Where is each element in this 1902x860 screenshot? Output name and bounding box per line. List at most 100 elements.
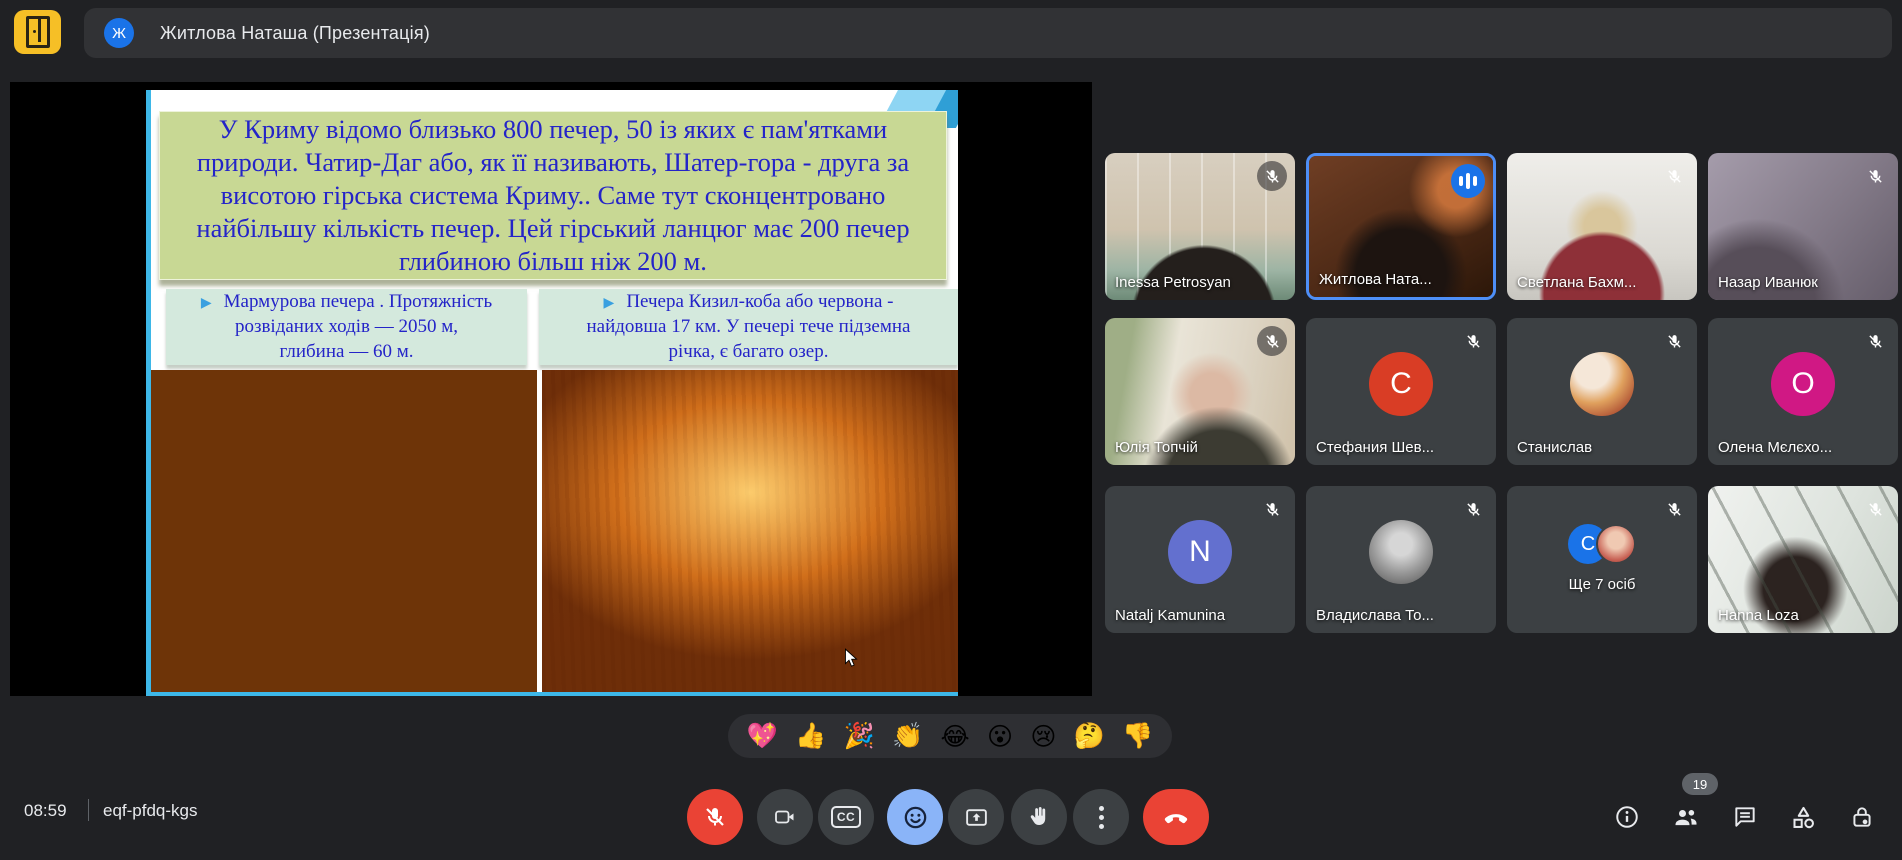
- mic-off-icon: [1659, 326, 1689, 356]
- reaction-heart[interactable]: 💖: [747, 721, 778, 751]
- chat-button[interactable]: [1724, 796, 1766, 838]
- divider: [88, 799, 89, 821]
- slide-intro-line: глибиною більш ніж 200 м.: [399, 245, 707, 278]
- participant-name: Олена Мєлєхо...: [1718, 439, 1832, 456]
- presenter-title: Житлова Наташа (Презентація): [160, 23, 430, 44]
- reaction-thumbs-up[interactable]: 👍: [795, 721, 826, 751]
- letter-avatar: C: [1369, 352, 1433, 416]
- participant-name: Владислава То...: [1316, 607, 1434, 624]
- letter-avatar: N: [1168, 520, 1232, 584]
- reaction-surprised[interactable]: 😮: [987, 722, 1013, 751]
- google-meet-window: { "header": { "app_icon": "door-exit-ico…: [0, 0, 1902, 860]
- photo-avatar: [1369, 520, 1433, 584]
- mic-off-icon: [1860, 326, 1890, 356]
- mic-off-icon: [1860, 494, 1890, 524]
- meeting-details-button[interactable]: [1606, 796, 1648, 838]
- info-icon: [1614, 804, 1640, 830]
- participant-tile[interactable]: N Natalj Kamunina: [1105, 486, 1295, 633]
- host-controls-lock-icon: [1849, 804, 1875, 830]
- bullet-text-line: глибина — 60 м.: [166, 340, 527, 365]
- audio-speaking-indicator: [1451, 164, 1485, 198]
- participant-tile[interactable]: Назар Иванюк: [1708, 153, 1898, 300]
- overflow-avatars: C: [1568, 524, 1636, 566]
- slide-intro-line: висотою гірська система Криму.. Саме тут…: [221, 179, 886, 212]
- participant-tile[interactable]: Владислава То...: [1306, 486, 1496, 633]
- host-controls-button[interactable]: [1841, 796, 1883, 838]
- reactions-bar: 💖 👍 🎉 👏 😂 😮 😢 🤔 👎: [728, 714, 1172, 758]
- reaction-cry[interactable]: 😢: [1030, 722, 1056, 751]
- captions-button[interactable]: CC: [818, 789, 874, 845]
- bullet-text-line: Мармурова печера . Протяжність: [224, 291, 493, 312]
- mic-off-icon: [1860, 161, 1890, 191]
- participant-tile[interactable]: О Олена Мєлєхо...: [1708, 318, 1898, 465]
- reaction-party[interactable]: 🎉: [844, 721, 875, 751]
- participant-name: Станислав: [1517, 439, 1592, 456]
- participant-tile[interactable]: C Стефания Шев...: [1306, 318, 1496, 465]
- bullet-text-line: розвіданих ходів — 2050 м,: [166, 315, 527, 340]
- end-call-icon: [1162, 803, 1190, 831]
- participant-name: Hanna Loza: [1718, 607, 1799, 624]
- participant-name: Назар Иванюк: [1718, 274, 1818, 291]
- slide-intro-box: У Криму відомо близько 800 печер, 50 із …: [159, 111, 947, 280]
- activities-icon: [1790, 804, 1817, 831]
- participant-name: Юлія Топчій: [1115, 439, 1198, 456]
- participant-tile[interactable]: Юлія Топчій: [1105, 318, 1295, 465]
- raise-hand-button[interactable]: [1011, 789, 1067, 845]
- meeting-code: eqf-pfdq-kgs: [103, 801, 198, 821]
- photo-avatar: [1570, 352, 1634, 416]
- smiley-icon: [902, 804, 929, 831]
- participant-name: Светлана Бахм...: [1517, 274, 1636, 291]
- door-exit-icon: [26, 16, 50, 48]
- overflow-participants-tile[interactable]: C Ще 7 осіб: [1507, 486, 1697, 633]
- shared-slide: У Криму відомо близько 800 печер, 50 із …: [146, 90, 958, 696]
- participant-name: Стефания Шев...: [1316, 439, 1434, 456]
- reactions-button[interactable]: [887, 789, 943, 845]
- reaction-thumbs-down[interactable]: 👎: [1122, 721, 1153, 751]
- mic-off-icon: [1257, 494, 1287, 524]
- slide-intro-line: У Криму відомо близько 800 печер, 50 із …: [219, 113, 887, 146]
- reaction-clap[interactable]: 👏: [892, 721, 923, 751]
- bullet-text-line: найдовша 17 км. У печері тече підземна: [539, 315, 958, 340]
- mouse-cursor: [843, 648, 859, 668]
- mic-off-icon: [1458, 326, 1488, 356]
- camera-icon: [773, 805, 797, 829]
- bullet-triangle-icon: ▶: [201, 295, 212, 311]
- people-button[interactable]: [1665, 796, 1707, 838]
- people-icon: [1672, 803, 1700, 831]
- app-launcher-door-icon[interactable]: [14, 10, 61, 54]
- present-screen-icon: [964, 805, 989, 830]
- slide-bullet-box-left: ▶ Мармурова печера . Протяжність розвідан…: [166, 289, 527, 365]
- presentation-stage: У Криму відомо близько 800 печер, 50 із …: [10, 82, 1092, 696]
- reaction-laugh[interactable]: 😂: [940, 722, 969, 751]
- bullet-text-line: Печера Кизил-коба або червона -: [626, 291, 893, 312]
- presenter-pill[interactable]: Ж Житлова Наташа (Презентація): [84, 8, 1892, 58]
- participant-tile[interactable]: Светлана Бахм...: [1507, 153, 1697, 300]
- bullet-triangle-icon: ▶: [604, 295, 615, 311]
- more-options-icon: [1099, 806, 1104, 829]
- photo-avatar: [1596, 524, 1636, 564]
- overflow-count-label: Ще 7 осіб: [1507, 576, 1697, 593]
- participant-tile[interactable]: Hanna Loza: [1708, 486, 1898, 633]
- mic-off-icon: [1659, 161, 1689, 191]
- reaction-thinking[interactable]: 🤔: [1074, 721, 1105, 751]
- activities-button[interactable]: [1782, 796, 1824, 838]
- participant-tile[interactable]: Станислав: [1507, 318, 1697, 465]
- chat-icon: [1732, 804, 1758, 830]
- slide-intro-line: природи. Чатир-Даг або, як її називають,…: [197, 146, 909, 179]
- mic-off-icon: [703, 805, 727, 829]
- captions-icon: CC: [831, 806, 861, 828]
- cave-photo-left: [151, 370, 537, 692]
- participant-tile[interactable]: Inessa Petrosyan: [1105, 153, 1295, 300]
- mic-off-icon: [1257, 326, 1287, 356]
- participant-tile-speaking[interactable]: Житлова Ната...: [1306, 153, 1496, 300]
- more-options-button[interactable]: [1073, 789, 1129, 845]
- participant-name: Inessa Petrosyan: [1115, 274, 1231, 291]
- participant-count-badge: 19: [1682, 773, 1718, 795]
- camera-button[interactable]: [757, 789, 813, 845]
- mic-off-icon: [1659, 494, 1689, 524]
- slide-intro-line: найбільшу кількість печер. Цей гірський …: [196, 212, 909, 245]
- mic-off-icon: [1257, 161, 1287, 191]
- present-screen-button[interactable]: [948, 789, 1004, 845]
- mic-off-button[interactable]: [687, 789, 743, 845]
- end-call-button[interactable]: [1143, 789, 1209, 845]
